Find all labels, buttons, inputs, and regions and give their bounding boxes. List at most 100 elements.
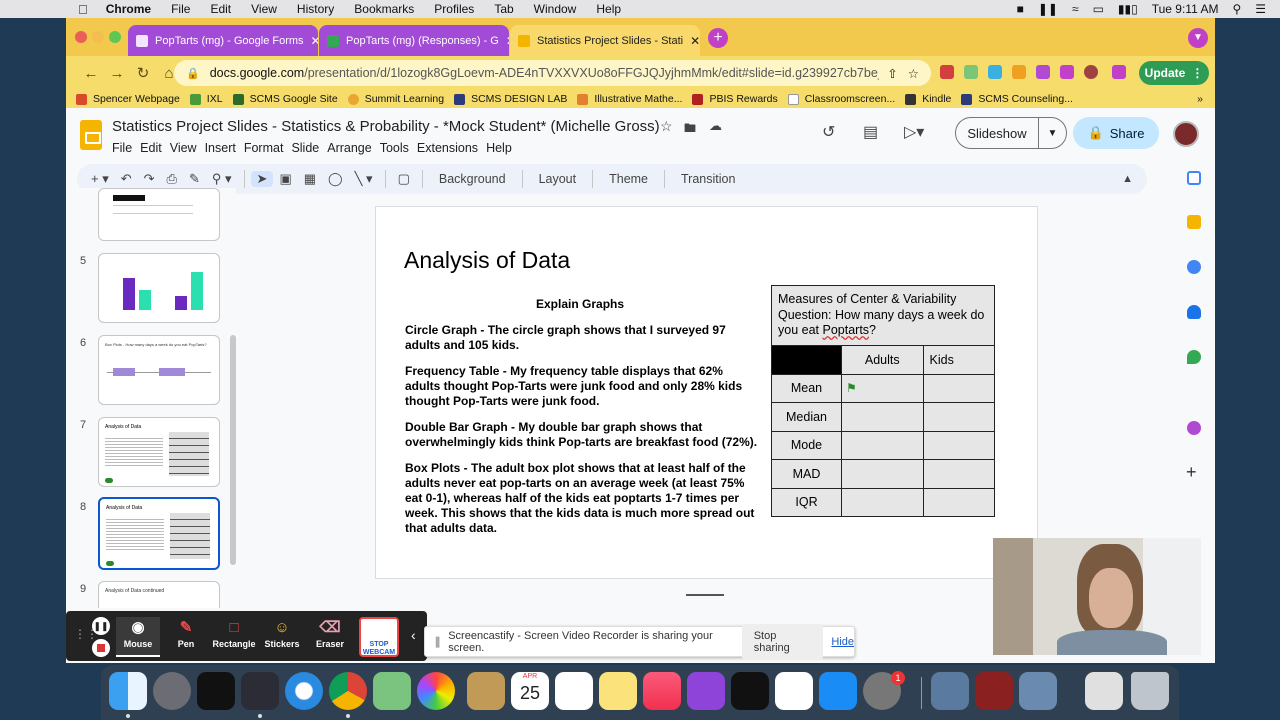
webcam-overlay[interactable]	[993, 538, 1201, 655]
more-bookmarks-icon[interactable]: »	[1197, 93, 1215, 105]
document-title[interactable]: Statistics Project Slides - Statistics &…	[112, 118, 660, 135]
menu-history[interactable]: History	[287, 2, 344, 16]
update-button[interactable]: Update ⋮	[1139, 61, 1209, 85]
measures-table[interactable]: Measures of Center & Variability Questio…	[771, 285, 996, 517]
tab-responses[interactable]: PopTarts (mg) (Responses) - G ✕	[319, 25, 509, 56]
extension-icon[interactable]	[1012, 65, 1026, 79]
keep-icon[interactable]	[1187, 215, 1201, 229]
background-button[interactable]: Background	[429, 172, 516, 186]
capcut-icon[interactable]	[197, 672, 235, 710]
undo-icon[interactable]: ↶	[115, 171, 138, 187]
table-header-cell[interactable]: Measures of Center & Variability Questio…	[771, 285, 995, 346]
music-icon[interactable]	[643, 672, 681, 710]
column-header-kids[interactable]: Kids	[922, 345, 996, 375]
clock[interactable]: Tue 9:11 AM	[1152, 2, 1219, 16]
safari-icon[interactable]	[285, 672, 323, 710]
addon-icon[interactable]	[1187, 421, 1201, 435]
trash-icon[interactable]	[1131, 672, 1169, 710]
menu-tab[interactable]: Tab	[484, 2, 523, 16]
doc-menu-edit[interactable]: Edit	[140, 141, 170, 155]
stop-sharing-button[interactable]: Stop sharing	[741, 623, 824, 660]
display-icon[interactable]: ▭	[1093, 2, 1104, 16]
shape-icon[interactable]: ◯	[322, 171, 349, 187]
pen-tool-button[interactable]: ✎ Pen	[164, 617, 208, 657]
contacts-icon[interactable]	[1187, 305, 1201, 319]
slides-logo-icon[interactable]	[80, 120, 102, 150]
spotlight-search-icon[interactable]: ⚲	[1232, 2, 1241, 16]
doc-menu-tools[interactable]: Tools	[380, 141, 417, 155]
bookmark-item[interactable]: PBIS Rewards	[692, 93, 787, 105]
slide-thumbnail-4[interactable]	[98, 188, 220, 241]
line-icon[interactable]: ╲ ▾	[349, 171, 379, 187]
cursor-flag-icon[interactable]: ⚑	[841, 373, 924, 403]
doc-menu-extensions[interactable]: Extensions	[417, 141, 486, 155]
bookmark-item[interactable]: Kindle	[905, 93, 961, 105]
calendar-icon[interactable]	[1187, 171, 1201, 185]
menu-edit[interactable]: Edit	[200, 2, 241, 16]
print-icon[interactable]: ⎙	[161, 171, 183, 187]
slide-thumbnail-7[interactable]: Analysis of Data	[98, 417, 220, 487]
get-addons-plus-icon[interactable]: +	[1186, 462, 1197, 483]
bookmark-item[interactable]: Spencer Webpage	[66, 93, 190, 105]
zoom-window-button[interactable]	[109, 31, 121, 43]
address-bar[interactable]: 🔒 docs.google.com /presentation/d/1lozog…	[174, 60, 931, 86]
menu-bookmarks[interactable]: Bookmarks	[344, 2, 424, 16]
menu-file[interactable]: File	[161, 2, 200, 16]
row-label-mean[interactable]: Mean	[771, 373, 842, 403]
news-icon[interactable]	[775, 672, 813, 710]
preview-icon[interactable]	[931, 672, 969, 710]
extension-icon[interactable]	[964, 65, 978, 79]
extensions-puzzle-icon[interactable]	[1036, 65, 1050, 79]
extension-icon[interactable]	[940, 65, 954, 79]
menu-help[interactable]: Help	[586, 2, 631, 16]
finder-icon[interactable]	[109, 672, 147, 710]
comments-icon[interactable]: ▤	[863, 122, 878, 142]
profile-avatar[interactable]	[1084, 65, 1098, 79]
transition-button[interactable]: Transition	[671, 172, 745, 186]
text-box-icon[interactable]: ▣	[273, 171, 297, 187]
extension-icon[interactable]	[988, 65, 1002, 79]
insert-image-icon[interactable]: ▦	[298, 171, 322, 187]
version-history-icon[interactable]: ↺	[822, 122, 835, 142]
close-tab-icon[interactable]: ✕	[690, 34, 700, 48]
doc-menu-help[interactable]: Help	[486, 141, 520, 155]
bookmark-item[interactable]: SCMS Counseling...	[961, 93, 1083, 105]
tab-google-forms[interactable]: PopTarts (mg) - Google Forms ✕	[128, 25, 318, 56]
circle-graph-paragraph[interactable]: Circle Graph - The circle graph shows th…	[405, 323, 760, 353]
table-cell[interactable]	[841, 487, 924, 517]
theme-button[interactable]: Theme	[599, 172, 658, 186]
launchpad-icon[interactable]	[153, 672, 191, 710]
slide-thumbnail-8-selected[interactable]: Analysis of Data	[98, 497, 220, 570]
paint-format-icon[interactable]: ✎	[183, 171, 206, 187]
doc-menu-view[interactable]: View	[170, 141, 205, 155]
column-header-adults[interactable]: Adults	[841, 345, 924, 375]
mouse-tool-button[interactable]: ◉ Mouse	[116, 617, 160, 657]
doc-menu-slide[interactable]: Slide	[291, 141, 327, 155]
calendar-app-icon[interactable]: APR 25	[511, 672, 549, 710]
close-tab-icon[interactable]: ✕	[506, 34, 509, 48]
video-icon[interactable]: ■	[1017, 2, 1024, 16]
bookmark-star-icon[interactable]: ☆	[898, 66, 919, 81]
screenshot-icon[interactable]	[1019, 672, 1057, 710]
tasks-icon[interactable]	[1187, 260, 1201, 274]
share-button[interactable]: 🔒 Share	[1073, 117, 1159, 149]
menu-profiles[interactable]: Profiles	[424, 2, 484, 16]
stop-recording-button[interactable]	[92, 639, 110, 657]
row-label-mode[interactable]: Mode	[771, 430, 842, 460]
wifi-icon[interactable]: ≈	[1072, 2, 1079, 16]
bookmark-item[interactable]: SCMS DESIGN LAB	[454, 93, 577, 105]
stop-webcam-button[interactable]: STOP WEBCAM	[359, 617, 399, 657]
select-arrow-icon[interactable]: ➤	[250, 171, 274, 187]
extension-icon[interactable]	[1112, 65, 1126, 79]
doc-menu-file[interactable]: File	[112, 141, 140, 155]
bookmark-item[interactable]: Summit Learning	[347, 93, 454, 105]
layout-button[interactable]: Layout	[529, 172, 587, 186]
collapse-chevron-left-icon[interactable]: ‹	[411, 627, 416, 643]
bookmark-item[interactable]: SCMS Google Site	[232, 93, 348, 105]
menu-window[interactable]: Window	[524, 2, 587, 16]
dictionary-icon[interactable]	[975, 672, 1013, 710]
pause-recording-icon[interactable]: ❚❚	[92, 617, 110, 635]
app-store-icon[interactable]	[819, 672, 857, 710]
app-menu[interactable]: Chrome	[96, 2, 161, 16]
row-label-median[interactable]: Median	[771, 402, 842, 432]
